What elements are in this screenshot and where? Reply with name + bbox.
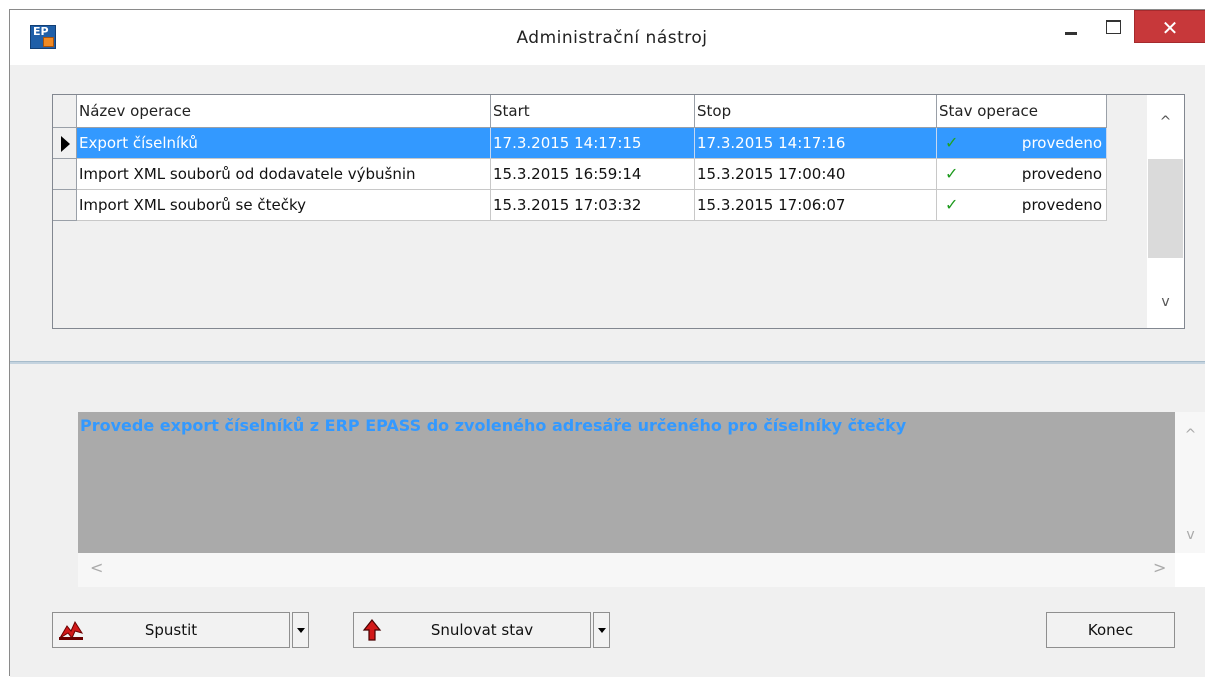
admin-tool-window: EP Administrační nástroj ✕ Název operace… xyxy=(9,9,1205,677)
cell-status[interactable]: ✓ provedeno xyxy=(937,159,1107,190)
close-icon: ✕ xyxy=(1161,16,1179,40)
status-text: provedeno xyxy=(1021,134,1102,152)
scroll-down-arrow-icon[interactable]: v xyxy=(1147,287,1184,317)
row-indicator-header xyxy=(53,95,77,128)
run-dropdown-button[interactable] xyxy=(292,612,309,648)
reset-state-button-label: Snulovat stav xyxy=(430,621,534,639)
cell-status[interactable]: ✓ provedeno xyxy=(937,128,1107,159)
close-button-label: Konec xyxy=(1087,621,1134,639)
table-row[interactable]: Import XML souborů od dodavatele výbušni… xyxy=(53,159,1107,190)
cell-status[interactable]: ✓ provedeno xyxy=(937,190,1107,221)
cell-start[interactable]: 15.3.2015 16:59:14 xyxy=(491,159,695,190)
run-button-label: Spustit xyxy=(144,621,198,639)
grid-area: Název operace Start Stop Stav operace Ex… xyxy=(53,95,1147,328)
row-indicator[interactable] xyxy=(53,128,77,159)
operations-grid: Název operace Start Stop Stav operace Ex… xyxy=(52,94,1185,329)
column-header-start[interactable]: Start xyxy=(491,95,695,128)
title-bar: EP Administrační nástroj ✕ xyxy=(10,10,1205,65)
run-button[interactable]: Spustit xyxy=(52,612,290,648)
reset-state-button[interactable]: Snulovat stav xyxy=(353,612,591,648)
column-header-status[interactable]: Stav operace xyxy=(937,95,1107,128)
table-row[interactable]: Export číselníků 17.3.2015 14:17:15 17.3.2… xyxy=(53,128,1107,159)
description-scroll-left-icon[interactable]: < xyxy=(90,558,103,577)
grid-vertical-scrollbar[interactable]: ^ v xyxy=(1147,95,1184,328)
description-text[interactable]: Provede export číselníků z ERP EPASS do … xyxy=(78,412,1175,553)
row-indicator[interactable] xyxy=(53,159,77,190)
window-title: Administrační nástroj xyxy=(516,28,708,48)
cell-start[interactable]: 15.3.2015 17:03:32 xyxy=(491,190,695,221)
status-text: provedeno xyxy=(1021,196,1102,214)
run-icon xyxy=(59,620,84,640)
cell-stop[interactable]: 15.3.2015 17:06:07 xyxy=(695,190,937,221)
close-window-button[interactable]: ✕ xyxy=(1134,10,1205,43)
close-button[interactable]: Konec xyxy=(1046,612,1175,648)
check-icon: ✓ xyxy=(945,164,959,183)
maximize-button[interactable] xyxy=(1092,10,1134,44)
minimize-button[interactable] xyxy=(1050,10,1092,44)
row-indicator[interactable] xyxy=(53,190,77,221)
splitter[interactable] xyxy=(10,361,1205,364)
cell-stop[interactable]: 17.3.2015 14:17:16 xyxy=(695,128,937,159)
cell-name[interactable]: Import XML souborů od dodavatele výbušni… xyxy=(77,159,491,190)
main-content: Název operace Start Stop Stav operace Ex… xyxy=(10,65,1205,677)
scroll-thumb[interactable] xyxy=(1148,159,1183,258)
description-panel: Provede export číselníků z ERP EPASS do … xyxy=(78,412,1205,587)
cell-stop[interactable]: 15.3.2015 17:00:40 xyxy=(695,159,937,190)
status-text: provedeno xyxy=(1021,165,1102,183)
current-row-arrow-icon xyxy=(61,136,70,152)
column-header-name[interactable]: Název operace xyxy=(77,95,491,128)
description-scroll-right-icon[interactable]: > xyxy=(1153,558,1166,577)
scroll-up-arrow-icon[interactable]: ^ xyxy=(1147,107,1184,137)
table-row[interactable]: Import XML souborů se čtečky 15.3.2015 17… xyxy=(53,190,1107,221)
description-scroll-up-icon[interactable]: ^ xyxy=(1175,420,1205,450)
check-icon: ✓ xyxy=(945,133,959,152)
description-vertical-scrollbar[interactable]: ^ v xyxy=(1175,412,1205,553)
reset-dropdown-button[interactable] xyxy=(593,612,610,648)
column-header-stop[interactable]: Stop xyxy=(695,95,937,128)
cell-name[interactable]: Import XML souborů se čtečky xyxy=(77,190,491,221)
reset-icon xyxy=(362,619,382,641)
description-horizontal-scrollbar[interactable]: < > xyxy=(78,553,1175,587)
cell-name[interactable]: Export číselníků xyxy=(77,128,491,159)
description-scroll-down-icon[interactable]: v xyxy=(1175,520,1205,550)
check-icon: ✓ xyxy=(945,195,959,214)
cell-start[interactable]: 17.3.2015 14:17:15 xyxy=(491,128,695,159)
